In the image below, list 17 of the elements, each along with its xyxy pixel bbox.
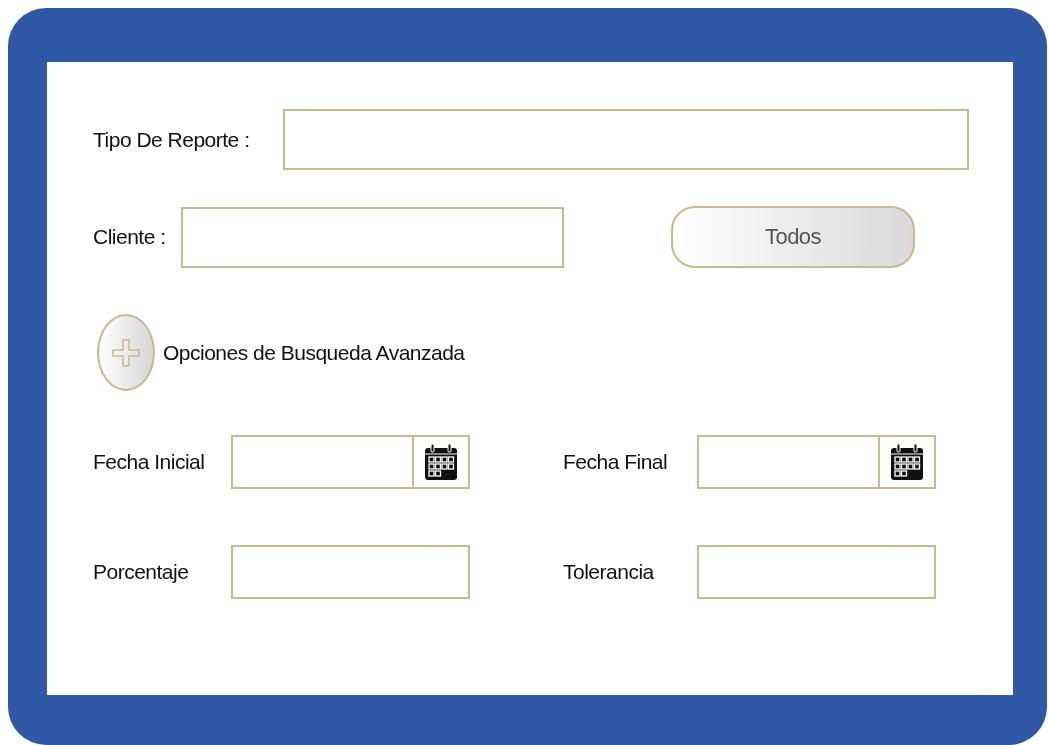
field-label: Tipo De Reporte : [93, 127, 251, 152]
field-label: Porcentaje [93, 560, 190, 584]
plus-icon [110, 336, 142, 369]
field-label: Fecha Final [563, 450, 669, 474]
input-field[interactable] [283, 109, 969, 170]
input-field[interactable] [231, 545, 470, 599]
all-button[interactable]: Todos [671, 206, 915, 268]
input-field[interactable] [697, 545, 936, 599]
field-label: Cliente : [93, 225, 167, 249]
date-field[interactable] [697, 435, 936, 489]
field-label: Fecha Inicial [93, 450, 206, 474]
date-field[interactable] [231, 435, 470, 489]
field-label: Tolerancia [563, 560, 655, 584]
calendar-icon[interactable] [424, 443, 458, 481]
input-field[interactable] [181, 206, 564, 268]
calendar-icon[interactable] [890, 443, 924, 481]
section-label: Opciones de Busqueda Avanzada [163, 340, 465, 365]
